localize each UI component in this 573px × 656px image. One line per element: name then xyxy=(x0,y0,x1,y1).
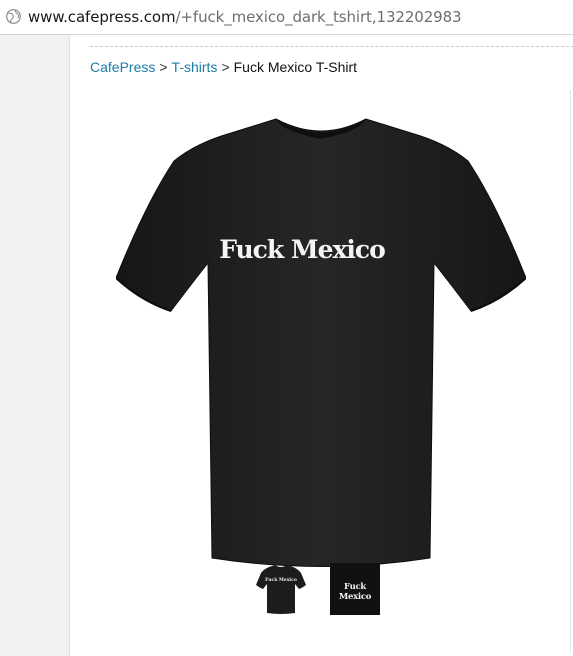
globe-icon xyxy=(6,9,21,24)
product-page: CafePress > T-shirts > Fuck Mexico T-Shirt F… xyxy=(69,35,573,656)
thumbnail-design[interactable]: Fuck Mexico xyxy=(330,563,380,615)
breadcrumb-separator: > xyxy=(221,59,230,75)
url-path: /+fuck_mexico_dark_tshirt,132202983 xyxy=(175,8,462,26)
left-gutter xyxy=(0,35,69,656)
breadcrumb-separator: > xyxy=(159,59,168,75)
product-image[interactable]: Fuck Mexico xyxy=(116,113,526,573)
url-text[interactable]: www.cafepress.com/+fuck_mexico_dark_tshi… xyxy=(28,8,462,26)
shirt-print-text: Fuck Mexico xyxy=(219,235,385,264)
right-divider xyxy=(570,91,571,651)
breadcrumb-tshirts-link[interactable]: T-shirts xyxy=(172,59,218,75)
top-divider xyxy=(90,46,573,47)
thumbnail-shirt[interactable]: Fuck Mexico xyxy=(256,563,306,615)
tshirt-body xyxy=(116,118,526,567)
url-domain: www.cafepress.com xyxy=(28,8,176,26)
breadcrumb-current-page: Fuck Mexico T-Shirt xyxy=(233,59,358,75)
thumbnail-design-text: Fuck Mexico xyxy=(338,582,372,602)
thumbnail-shirt-print: Fuck Mexico xyxy=(265,577,297,583)
breadcrumb: CafePress > T-shirts > Fuck Mexico T-Shirt xyxy=(90,59,357,75)
address-bar[interactable]: www.cafepress.com/+fuck_mexico_dark_tshi… xyxy=(0,0,573,35)
thumbnail-shirt-image: Fuck Mexico xyxy=(256,565,306,614)
breadcrumb-cafepress-link[interactable]: CafePress xyxy=(90,59,155,75)
